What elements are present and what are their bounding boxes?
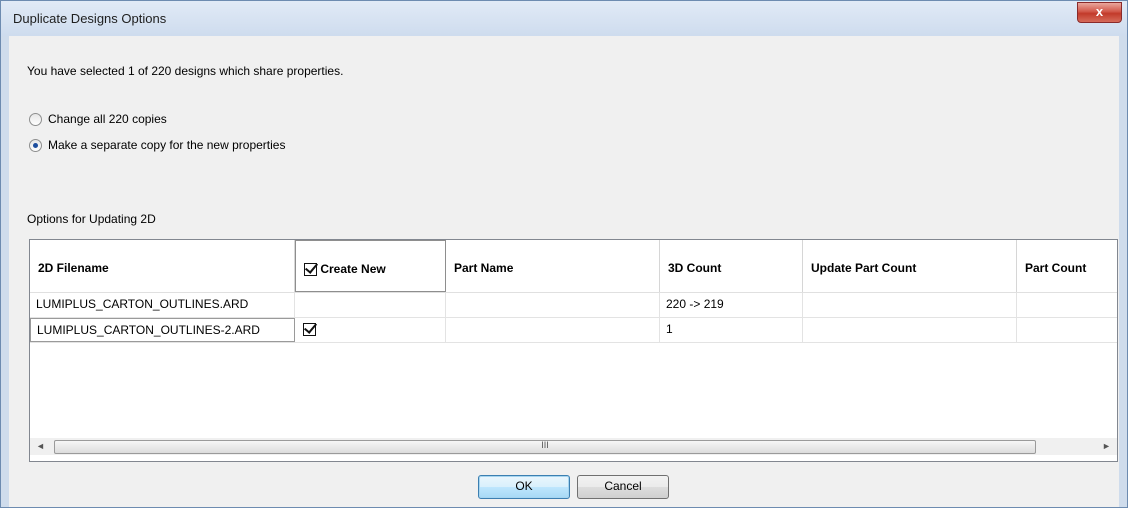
column-header-label: Part Name [454, 261, 514, 275]
cell-3d-count[interactable]: 220 -> 219 [660, 293, 803, 317]
table-row[interactable]: LUMIPLUS_CARTON_OUTLINES-2.ARD 1 [30, 318, 1117, 343]
options-section-label: Options for Updating 2D [27, 212, 156, 226]
column-header-create-new[interactable]: Create New [295, 240, 446, 292]
column-header-label: Part Count [1025, 261, 1087, 275]
radio-change-all[interactable]: Change all 220 copies [29, 112, 167, 126]
close-icon[interactable]: x [1077, 2, 1122, 23]
column-header-label: Update Part Count [811, 261, 917, 275]
column-header-part-count[interactable]: Part Count [1017, 240, 1117, 292]
options-table: 2D Filename Create New Part Name 3D Coun… [29, 239, 1118, 462]
radio-change-all-button[interactable] [29, 112, 42, 126]
cell-part-count[interactable] [1017, 318, 1117, 342]
title-bar: Duplicate Designs Options x [1, 1, 1127, 36]
radio-change-all-label: Change all 220 copies [48, 112, 167, 126]
table-header: 2D Filename Create New Part Name 3D Coun… [30, 240, 1117, 293]
cell-update-part-count[interactable] [803, 293, 1017, 317]
ok-button[interactable]: OK [478, 475, 570, 499]
column-header-label: 2D Filename [38, 261, 109, 275]
column-header-update-part-count[interactable]: Update Part Count [803, 240, 1017, 292]
cell-update-part-count[interactable] [803, 318, 1017, 342]
checkbox-create-new[interactable] [303, 323, 316, 337]
column-header-part-name[interactable]: Part Name [446, 240, 660, 292]
radio-separate-copy-button[interactable] [29, 138, 42, 152]
horizontal-scrollbar[interactable]: ◄ III ► [30, 438, 1117, 455]
cell-2d-filename[interactable]: LUMIPLUS_CARTON_OUTLINES.ARD [30, 293, 295, 317]
scroll-right-icon[interactable]: ► [1098, 438, 1115, 455]
cell-create-new[interactable] [295, 318, 446, 342]
cell-part-count[interactable] [1017, 293, 1117, 317]
cell-3d-count[interactable]: 1 [660, 318, 803, 342]
radio-separate-copy[interactable]: Make a separate copy for the new propert… [29, 138, 285, 152]
cell-2d-filename[interactable]: LUMIPLUS_CARTON_OUTLINES-2.ARD [30, 318, 295, 342]
scroll-thumb-grip-icon: III [541, 440, 549, 450]
left-frame [1, 36, 9, 507]
column-header-2d-filename[interactable]: 2D Filename [30, 240, 295, 292]
cell-part-name[interactable] [446, 318, 660, 342]
cell-part-name[interactable] [446, 293, 660, 317]
cell-create-new[interactable] [295, 293, 446, 317]
column-header-3d-count[interactable]: 3D Count [660, 240, 803, 292]
selection-message: You have selected 1 of 220 designs which… [27, 64, 344, 78]
dialog-window: Duplicate Designs Options x You have sel… [0, 0, 1128, 508]
column-header-label: Create New [320, 262, 386, 276]
window-title: Duplicate Designs Options [13, 11, 167, 26]
checkbox-create-new-all[interactable] [304, 263, 317, 277]
radio-separate-copy-label: Make a separate copy for the new propert… [48, 138, 286, 152]
cancel-button[interactable]: Cancel [577, 475, 669, 499]
scroll-left-icon[interactable]: ◄ [32, 438, 49, 455]
scroll-thumb[interactable]: III [54, 440, 1036, 454]
right-frame [1119, 36, 1127, 507]
column-header-label: 3D Count [668, 261, 722, 275]
table-row[interactable]: LUMIPLUS_CARTON_OUTLINES.ARD 220 -> 219 [30, 293, 1117, 318]
